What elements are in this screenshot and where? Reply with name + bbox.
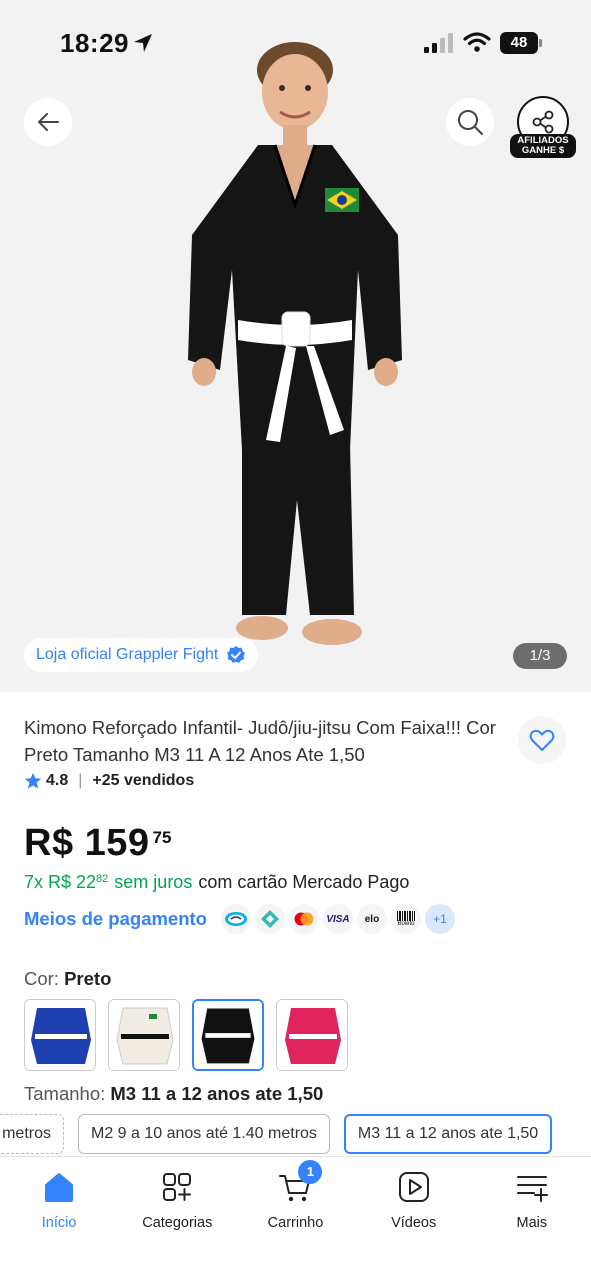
battery-level: 48: [500, 32, 538, 54]
nav-label-categorias: Categorias: [142, 1215, 213, 1231]
sold-count: +25 vendidos: [92, 772, 195, 789]
nav-item-videos[interactable]: Vídeos: [355, 1157, 473, 1280]
size-option-m1[interactable]: metros: [0, 1114, 64, 1154]
bottom-navigation: Início Categorias 1 Carrinho Vídeos Mais: [0, 1156, 591, 1280]
star-icon: [24, 772, 42, 789]
color-swatch-preto[interactable]: [192, 999, 264, 1071]
color-swatch-azul[interactable]: [24, 999, 96, 1071]
wifi-icon: [463, 32, 491, 52]
nav-item-categorias[interactable]: Categorias: [118, 1157, 236, 1280]
elo-label: elo: [364, 913, 380, 925]
size-label-prefix: Tamanho:: [24, 1083, 106, 1104]
image-counter: 1/3: [513, 643, 567, 669]
rating-value: 4.8: [46, 772, 69, 789]
color-swatch-branco[interactable]: [108, 999, 180, 1071]
share-icon: [532, 110, 554, 134]
divider: |: [78, 772, 83, 789]
nav-label-videos: Vídeos: [391, 1215, 437, 1231]
status-time: 18:29: [60, 28, 129, 58]
mercado-pago-icon: [220, 904, 251, 934]
nav-label-inicio: Início: [41, 1215, 77, 1231]
price-cents: 75: [152, 828, 172, 847]
back-button[interactable]: [24, 98, 72, 146]
installment-cents: 82: [96, 873, 109, 885]
nav-item-mais[interactable]: Mais: [473, 1157, 591, 1280]
installment-interest: sem juros: [114, 872, 193, 892]
elo-icon: elo: [356, 904, 387, 934]
nav-label-mais: Mais: [516, 1215, 548, 1231]
color-label: Cor: Preto: [24, 968, 111, 990]
boleto-icon: Boleto: [390, 904, 421, 934]
boleto-label: Boleto: [397, 921, 415, 927]
product-title: Kimono Reforçado Infantil- Judô/jiu-jits…: [24, 717, 496, 765]
price-main: R$ 159: [24, 822, 150, 864]
nav-label-carrinho: Carrinho: [267, 1215, 324, 1231]
more-payment-methods[interactable]: +1: [424, 904, 455, 934]
heart-icon: [529, 729, 555, 751]
product-gallery[interactable]: 18:29 48 AFILIADOS GANHE $ Loja oficial …: [0, 0, 591, 692]
location-arrow-icon: [134, 34, 152, 52]
search-button[interactable]: [446, 98, 494, 146]
size-selected: M3 11 a 12 anos ate 1,50: [110, 1083, 324, 1104]
product-image[interactable]: [180, 30, 410, 660]
menu-icon: [516, 1176, 548, 1202]
verified-icon: [227, 646, 246, 663]
installment-suffix: com cartão Mercado Pago: [198, 872, 410, 892]
pix-icon: [254, 904, 285, 934]
payment-methods-row[interactable]: Meios de pagamento VISA elo Boleto +1: [24, 904, 455, 934]
visa-label: VISA: [326, 913, 350, 925]
favorite-button[interactable]: [518, 716, 566, 764]
arrow-left-icon: [38, 113, 59, 131]
battery-icon: 48: [500, 32, 542, 54]
video-icon: [398, 1172, 429, 1202]
affiliate-badge[interactable]: AFILIADOS GANHE $: [510, 134, 576, 158]
size-options: metros M2 9 a 10 anos até 1.40 metros M3…: [0, 1114, 553, 1154]
nav-item-inicio[interactable]: Início: [0, 1157, 118, 1280]
color-swatches: [24, 999, 348, 1071]
rating-row[interactable]: 4.8 | +25 vendidos: [24, 772, 194, 790]
nav-item-carrinho[interactable]: 1 Carrinho: [236, 1157, 354, 1280]
cellular-signal-icon: [424, 33, 453, 53]
home-icon: [45, 1173, 74, 1202]
installment-amount: 7x R$ 22: [24, 872, 97, 892]
color-label-prefix: Cor:: [24, 968, 59, 989]
size-option-m3[interactable]: M3 11 a 12 anos ate 1,50: [343, 1114, 553, 1154]
affiliate-line2: GANHE $: [521, 145, 565, 156]
installments-info: 7x R$ 22 82 sem juros com cartão Mercado…: [24, 872, 409, 893]
color-swatch-rosa[interactable]: [276, 999, 348, 1071]
visa-icon: VISA: [322, 904, 353, 934]
size-option-m2[interactable]: M2 9 a 10 anos até 1.40 metros: [78, 1114, 330, 1154]
size-label: Tamanho: M3 11 a 12 anos ate 1,50: [24, 1083, 323, 1105]
categories-icon: [163, 1173, 192, 1201]
cart-count-badge: 1: [298, 1160, 323, 1184]
color-selected: Preto: [64, 968, 112, 989]
official-store-badge[interactable]: Loja oficial Grappler Fight: [24, 638, 259, 672]
mastercard-icon: [288, 904, 319, 934]
price: R$ 159 75: [24, 822, 171, 865]
search-icon: [458, 110, 483, 135]
payment-methods-link[interactable]: Meios de pagamento: [24, 908, 207, 930]
store-name: Loja oficial Grappler Fight: [36, 646, 219, 663]
status-bar: 18:29 48: [0, 0, 591, 88]
